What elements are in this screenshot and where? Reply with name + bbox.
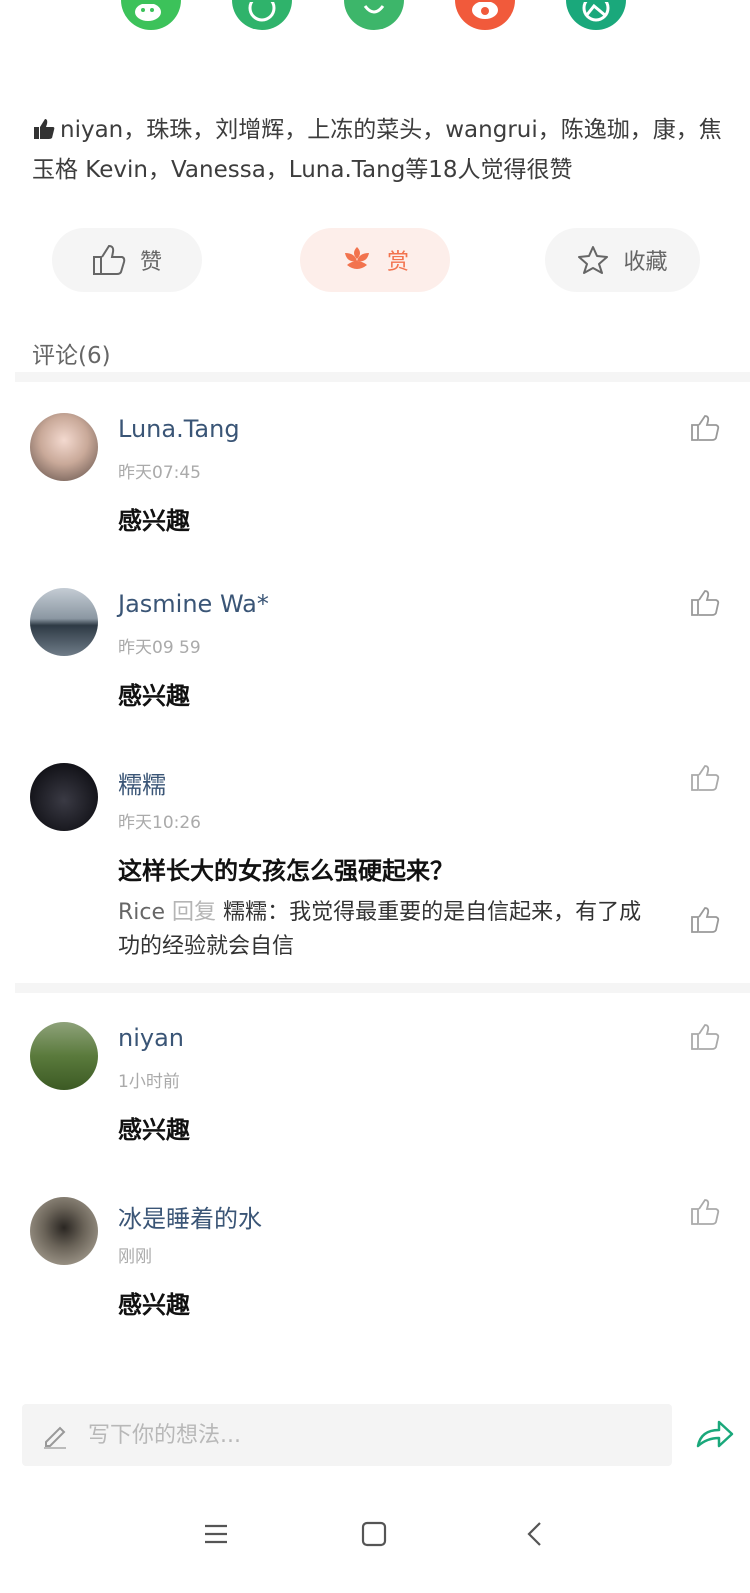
home-square-icon	[361, 1521, 387, 1547]
comment-like-icon[interactable]	[690, 1022, 720, 1052]
avatar[interactable]	[30, 588, 98, 656]
comment-like-icon[interactable]	[690, 588, 720, 618]
reward-label: 赏	[386, 250, 409, 275]
comment-like-icon[interactable]	[690, 763, 720, 793]
moments-icon	[248, 2, 276, 22]
comment-text: 感兴趣	[118, 1291, 190, 1319]
pencil-icon	[44, 1426, 66, 1449]
like-button[interactable]: 赞	[52, 228, 202, 292]
reply-item[interactable]: Rice 回复 糯糯：我觉得最重要的是自信起来，有了成功的经验就会自信	[118, 896, 663, 964]
comment-time: 昨天07:45	[118, 463, 201, 483]
comment-author[interactable]: Luna.Tang	[118, 415, 240, 443]
avatar[interactable]	[30, 763, 98, 831]
divider	[15, 983, 750, 993]
comment-text: 感兴趣	[118, 1116, 190, 1144]
reply-like-icon[interactable]	[690, 905, 720, 935]
thumbs-up-icon	[92, 244, 126, 275]
avatar[interactable]	[30, 413, 98, 481]
comment-input[interactable]	[86, 1421, 630, 1449]
comment-time: 昨天09 59	[118, 638, 201, 658]
chevron-left-icon	[527, 1522, 541, 1546]
comment-time: 1小时前	[118, 1072, 180, 1092]
wechat-icon	[135, 4, 161, 21]
divider	[15, 372, 750, 382]
favorite-label: 收藏	[623, 250, 668, 275]
comment-time: 刚刚	[118, 1247, 152, 1267]
comment-author[interactable]: 糯糯	[118, 765, 166, 800]
weibo-icon	[472, 2, 498, 19]
share-moments-button[interactable]	[232, 0, 292, 30]
share-link-button[interactable]	[344, 0, 404, 30]
avatar[interactable]	[30, 1022, 98, 1090]
comment-author[interactable]: Jasmine Wa*	[118, 590, 269, 618]
share-weibo-button[interactable]	[455, 0, 515, 30]
comment-text: 感兴趣	[118, 682, 190, 710]
share-row	[0, 0, 750, 40]
favorite-button[interactable]: 收藏	[545, 228, 700, 292]
comment-author[interactable]: 冰是睡着的水	[118, 1199, 262, 1234]
back-button[interactable]	[515, 1514, 555, 1554]
share-wechat-button[interactable]	[121, 0, 181, 30]
reward-flower-icon	[344, 247, 369, 269]
likes-text: niyan，珠珠，刘增辉，上冻的菜头，wangrui，陈逸珈，康，焦玉格 Kev…	[32, 117, 722, 183]
avatar[interactable]	[30, 1197, 98, 1265]
share-image-button[interactable]	[566, 0, 626, 30]
menu-icon	[205, 1524, 227, 1544]
comment-time: 昨天10:26	[118, 813, 201, 833]
reward-button[interactable]: 赏	[300, 228, 450, 292]
system-nav-bar	[0, 1490, 750, 1593]
like-label: 赞	[139, 250, 162, 275]
share-icon[interactable]	[695, 1418, 735, 1452]
home-button[interactable]	[354, 1514, 394, 1554]
image-share-icon	[582, 2, 610, 22]
star-icon	[578, 246, 609, 274]
comment-author[interactable]: niyan	[118, 1024, 184, 1052]
menu-button[interactable]	[196, 1514, 236, 1554]
comments-header: 评论(6)	[32, 343, 111, 369]
likes-summary: niyan，珠珠，刘增辉，上冻的菜头，wangrui，陈逸珈，康，焦玉格 Kev…	[32, 112, 722, 189]
comment-like-icon[interactable]	[690, 1197, 720, 1227]
comment-like-icon[interactable]	[690, 413, 720, 443]
reply-author[interactable]: Rice	[118, 900, 165, 925]
comment-text: 这样长大的女孩怎么强硬起来？	[118, 857, 454, 885]
comment-input-bar[interactable]	[22, 1404, 672, 1466]
comment-text: 感兴趣	[118, 507, 190, 535]
reply-target[interactable]: 糯糯	[223, 900, 267, 925]
link-icon	[363, 5, 385, 14]
thumbs-up-icon	[32, 115, 56, 152]
reply-verb: 回复	[172, 900, 217, 925]
